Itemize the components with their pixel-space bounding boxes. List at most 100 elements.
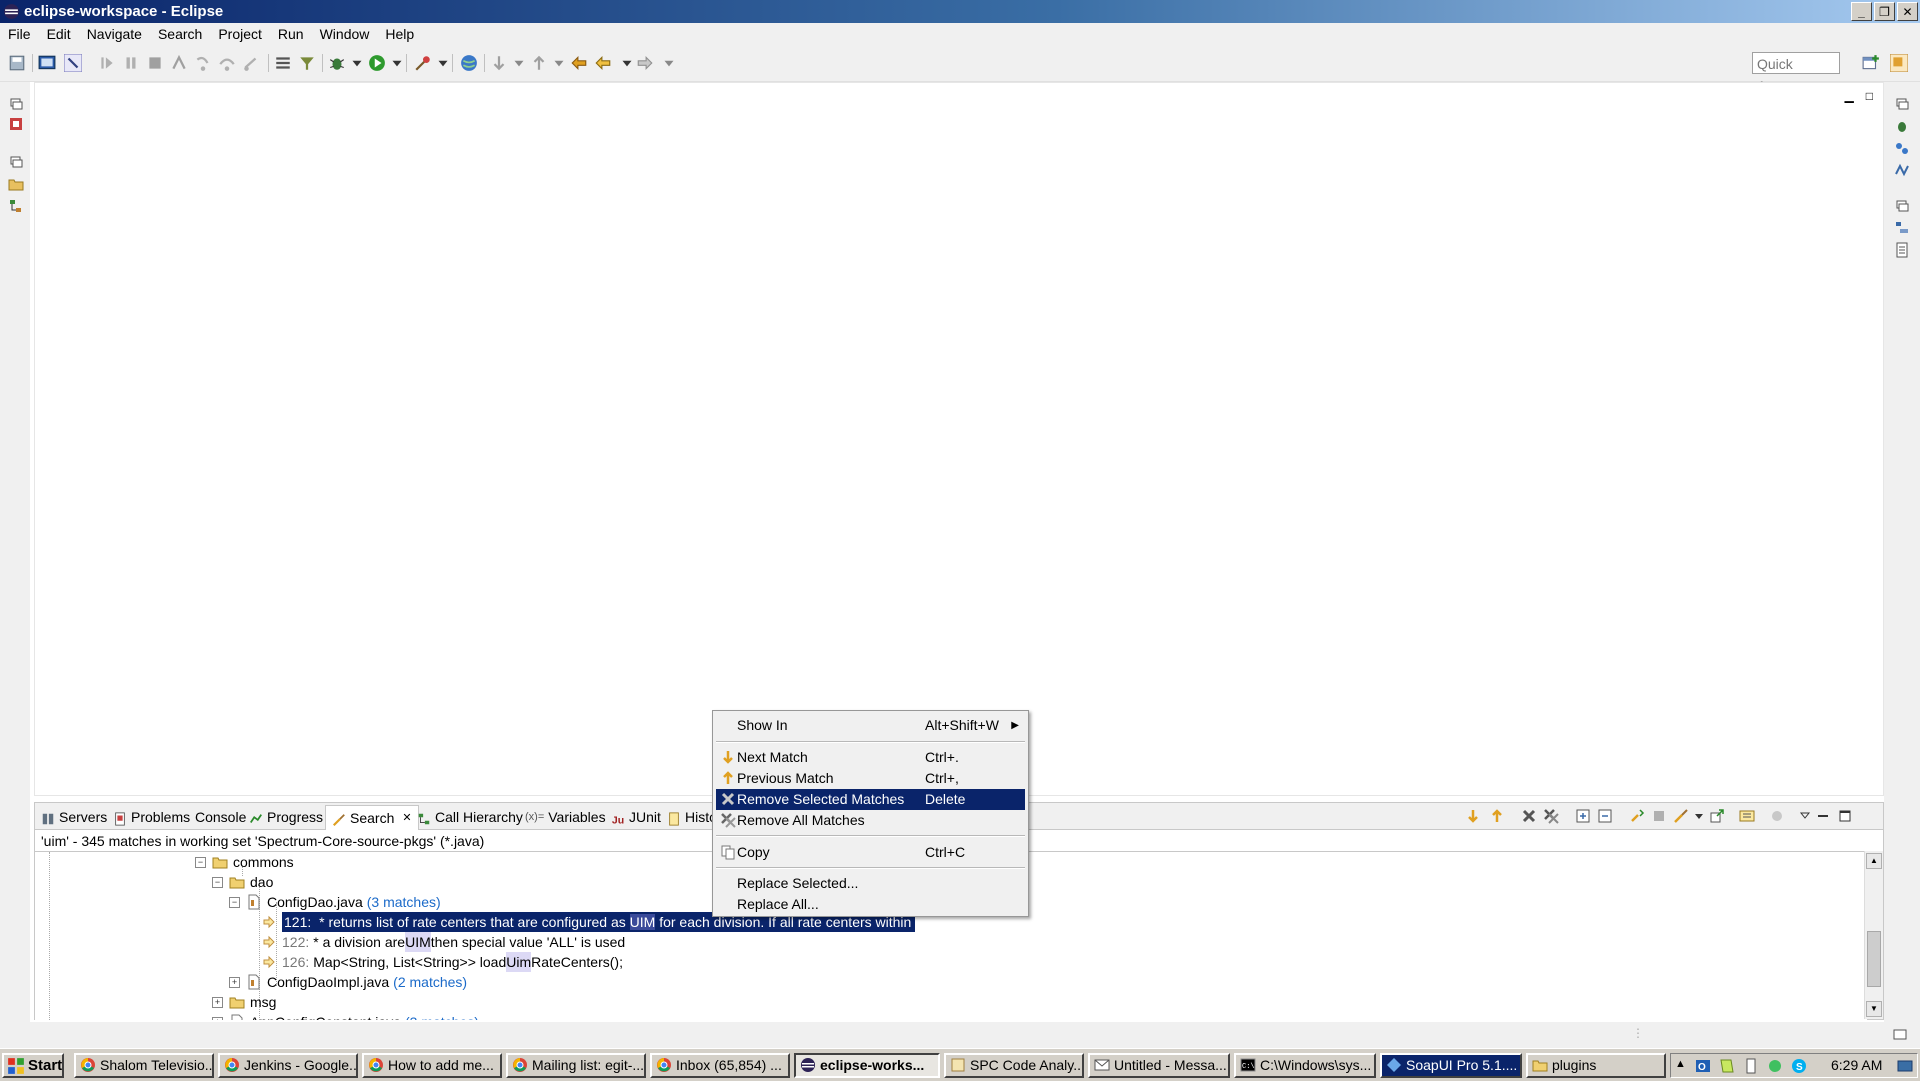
remove-all-matches-icon[interactable]	[1543, 808, 1559, 824]
external-tools-icon[interactable]	[414, 54, 432, 72]
tray-expand-icon[interactable]: ▲	[1675, 1058, 1691, 1074]
debug-dropdown-icon[interactable]	[348, 54, 362, 72]
menu-run[interactable]: Run	[270, 23, 312, 46]
notes-icon[interactable]	[1719, 1058, 1735, 1074]
globe-icon[interactable]	[460, 54, 478, 72]
restore-button[interactable]: ❐	[1874, 2, 1895, 21]
task-soapui[interactable]: SoapUI Pro 5.1....	[1380, 1053, 1522, 1078]
collapse-toggle-icon[interactable]: −	[229, 896, 240, 908]
task-list-icon[interactable]	[1894, 242, 1910, 258]
panel-minimize-icon[interactable]	[1815, 808, 1831, 824]
menu-window[interactable]: Window	[312, 23, 378, 46]
show-desktop-icon[interactable]	[1897, 1058, 1913, 1074]
menu-file[interactable]: File	[0, 23, 39, 46]
minimize-button[interactable]: _	[1851, 2, 1872, 21]
task-chrome-how-to[interactable]: How to add me...	[362, 1053, 502, 1078]
project-explorer-icon[interactable]	[8, 116, 24, 132]
show-next-match-icon[interactable]	[1465, 808, 1481, 824]
restore-icon[interactable]	[1894, 198, 1910, 214]
expand-toggle-icon[interactable]: +	[212, 996, 223, 1008]
task-plugins-folder[interactable]: plugins	[1526, 1053, 1666, 1078]
external-tools-dropdown-icon[interactable]	[434, 54, 448, 72]
collapse-toggle-icon[interactable]: −	[195, 856, 206, 868]
expand-all-icon[interactable]	[1575, 808, 1591, 824]
task-command-prompt[interactable]: C:\ C:\Windows\sys...	[1234, 1053, 1376, 1078]
expand-toggle-icon[interactable]: +	[229, 976, 240, 988]
package-explorer-icon[interactable]	[8, 176, 24, 192]
network-icon[interactable]	[1767, 1058, 1783, 1074]
menu-item-replace-all[interactable]: Replace All...	[716, 894, 1025, 915]
filter-icon[interactable]	[1769, 808, 1785, 824]
start-button[interactable]: Start	[2, 1053, 64, 1078]
step-over-icon[interactable]	[218, 54, 236, 72]
disconnect-icon[interactable]	[170, 54, 188, 72]
device-icon[interactable]	[1743, 1058, 1759, 1074]
outlook-icon[interactable]: O	[1695, 1058, 1711, 1074]
menu-item-copy[interactable]: Copy Ctrl+C	[716, 842, 1025, 863]
pin-view-icon[interactable]	[1709, 808, 1725, 824]
menu-navigate[interactable]: Navigate	[79, 23, 150, 46]
forward-dropdown-icon[interactable]	[660, 54, 674, 72]
tree-file-appconfigconstant[interactable]: + AppConfigConstant.java (3 matches)	[212, 1012, 479, 1020]
open-perspective-icon[interactable]	[1862, 54, 1880, 72]
menu-project[interactable]: Project	[210, 23, 270, 46]
expand-toggle-icon[interactable]: +	[212, 1016, 223, 1020]
debug-icon[interactable]	[328, 54, 346, 72]
menu-item-previous-match[interactable]: Previous Match Ctrl+,	[716, 768, 1025, 789]
restore-icon[interactable]	[8, 154, 24, 170]
show-as-list-icon[interactable]	[1739, 808, 1755, 824]
task-chrome-inbox[interactable]: Inbox (65,854) ...	[650, 1053, 790, 1078]
remove-selected-matches-icon[interactable]	[1521, 808, 1537, 824]
run-search-again-icon[interactable]	[1629, 808, 1645, 824]
tree-folder-dao[interactable]: − dao	[212, 872, 273, 892]
task-untitled-message[interactable]: Untitled - Messa...	[1088, 1053, 1230, 1078]
last-edit-location-icon[interactable]	[570, 54, 588, 72]
match-row-126[interactable]: 126: Map<String, List<String>> load Uim Ra…	[261, 952, 623, 972]
debug-view-icon[interactable]	[1894, 118, 1910, 134]
back-icon[interactable]	[594, 54, 612, 72]
tree-folder-commons[interactable]: − commons	[195, 852, 294, 872]
menu-item-remove-all-matches[interactable]: Remove All Matches	[716, 810, 1025, 831]
scroll-down-arrow[interactable]: ▼	[1866, 1001, 1882, 1017]
resume-icon[interactable]	[98, 54, 116, 72]
results-scrollbar[interactable]: ▲ ▼	[1864, 851, 1883, 1019]
restore-icon[interactable]	[1894, 96, 1910, 112]
collapse-toggle-icon[interactable]: −	[212, 876, 223, 888]
quick-access-input[interactable]: Quick Access	[1752, 52, 1840, 94]
menu-item-show-in[interactable]: Show In Alt+Shift+W ▶	[716, 715, 1025, 736]
tree-file-configdao[interactable]: − ConfigDao.java (3 matches)	[229, 892, 441, 912]
view-menu-icon[interactable]	[1797, 808, 1811, 824]
menu-search[interactable]: Search	[150, 23, 210, 46]
previous-annotation-dropdown-icon[interactable]	[550, 54, 564, 72]
collapse-all-icon[interactable]	[1597, 808, 1613, 824]
task-spc-code-analysis[interactable]: SPC Code Analy...	[944, 1053, 1084, 1078]
skip-breakpoints-icon[interactable]	[63, 53, 83, 73]
restore-icon[interactable]	[8, 96, 24, 112]
menu-item-replace-selected[interactable]: Replace Selected...	[716, 873, 1025, 894]
editor-maximize-button[interactable]: □	[1866, 89, 1873, 103]
cancel-search-icon[interactable]	[1651, 808, 1667, 824]
search-history-icon[interactable]	[1673, 808, 1689, 824]
forward-icon[interactable]	[636, 54, 654, 72]
save-icon[interactable]	[8, 54, 26, 72]
task-chrome-mailing-list[interactable]: Mailing list: egit-...	[506, 1053, 646, 1078]
menu-item-remove-selected-matches[interactable]: Remove Selected Matches Delete	[716, 789, 1025, 810]
next-annotation-icon[interactable]	[490, 54, 508, 72]
menu-item-next-match[interactable]: Next Match Ctrl+.	[716, 747, 1025, 768]
scroll-thumb[interactable]	[1867, 931, 1881, 987]
toggle-mark-icon[interactable]	[274, 54, 292, 72]
step-into-icon[interactable]	[194, 54, 212, 72]
expressions-icon[interactable]	[1894, 162, 1910, 178]
use-step-filters-icon[interactable]	[298, 54, 316, 72]
menu-edit[interactable]: Edit	[39, 23, 79, 46]
back-dropdown-icon[interactable]	[618, 54, 632, 72]
run-dropdown-icon[interactable]	[388, 54, 402, 72]
scroll-up-arrow[interactable]: ▲	[1866, 853, 1882, 869]
task-eclipse[interactable]: eclipse-works...	[794, 1053, 940, 1078]
panel-maximize-icon[interactable]	[1837, 808, 1853, 824]
run-icon[interactable]	[368, 54, 386, 72]
outline-icon[interactable]	[1894, 220, 1910, 236]
suspend-icon[interactable]	[122, 54, 140, 72]
notification-icon[interactable]	[1892, 1026, 1908, 1042]
task-chrome-jenkins[interactable]: Jenkins - Google...	[218, 1053, 358, 1078]
